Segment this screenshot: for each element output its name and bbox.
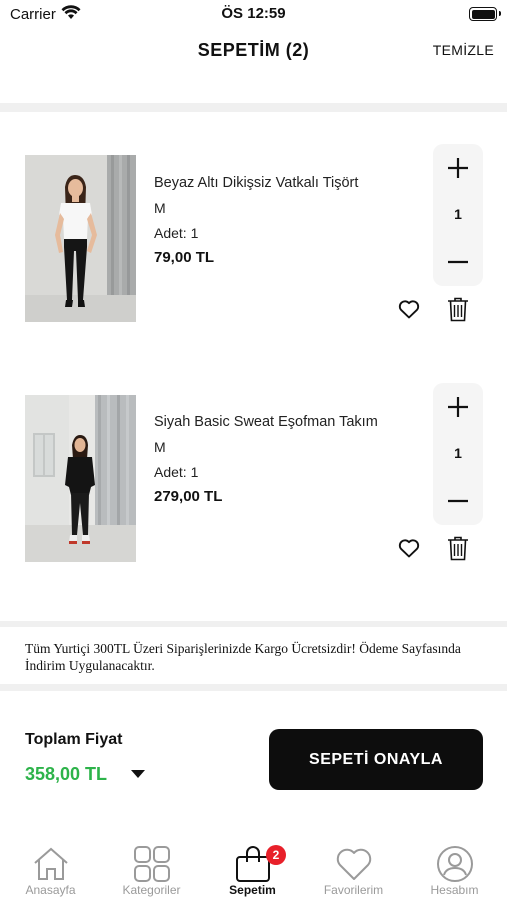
section-divider bbox=[0, 684, 507, 691]
battery-icon bbox=[469, 7, 501, 21]
delete-item-button[interactable] bbox=[446, 296, 470, 322]
tab-label: Anasayfa bbox=[25, 883, 76, 897]
tab-account[interactable]: Hesabım bbox=[404, 838, 505, 900]
plus-icon bbox=[448, 158, 468, 178]
home-icon bbox=[33, 847, 68, 880]
grid-icon bbox=[133, 846, 170, 882]
product-image[interactable] bbox=[25, 155, 136, 322]
user-icon bbox=[436, 846, 473, 882]
minus-icon bbox=[448, 260, 468, 264]
add-to-favorites-button[interactable] bbox=[397, 297, 421, 321]
header-divider bbox=[0, 103, 507, 112]
decrease-quantity-button[interactable] bbox=[433, 242, 483, 282]
product-quantity-label: Adet: 1 bbox=[154, 225, 199, 241]
cart-count-badge: 2 bbox=[266, 845, 286, 865]
tab-home[interactable]: Anasayfa bbox=[0, 838, 101, 900]
woman-white-tshirt-photo bbox=[25, 155, 136, 322]
heart-icon bbox=[336, 848, 371, 880]
tab-categories[interactable]: Kategoriler bbox=[101, 838, 202, 900]
tab-bar: Anasayfa Kategoriler Sepetim Favorilerim… bbox=[0, 838, 507, 900]
decrease-quantity-button[interactable] bbox=[433, 481, 483, 521]
product-image[interactable] bbox=[25, 395, 136, 562]
tab-label: Hesabım bbox=[430, 883, 479, 897]
product-info: Beyaz Altı Dikişsiz Vatkalı Tişört M Ade… bbox=[154, 175, 358, 266]
heart-icon bbox=[398, 300, 420, 319]
clear-cart-button[interactable]: TEMİZLE bbox=[433, 42, 494, 58]
increase-quantity-button[interactable] bbox=[433, 387, 483, 427]
product-price: 79,00 TL bbox=[154, 249, 215, 266]
header: SEPETİM (2) TEMİZLE bbox=[0, 28, 507, 74]
trash-icon bbox=[448, 297, 468, 322]
status-bar: Carrier ÖS 12:59 bbox=[0, 0, 507, 28]
quantity-stepper: 1 bbox=[433, 383, 483, 525]
page-title: SEPETİM (2) bbox=[197, 40, 310, 60]
quantity-value: 1 bbox=[454, 206, 462, 222]
shipping-notice: Tüm Yurtiçi 300TL Üzeri Siparişlerinizde… bbox=[25, 641, 461, 673]
cart-item: Siyah Basic Sweat Eşofman Takım M Adet: … bbox=[0, 383, 507, 563]
product-name[interactable]: Siyah Basic Sweat Eşofman Takım bbox=[154, 414, 378, 430]
minus-icon bbox=[448, 499, 468, 503]
section-divider bbox=[0, 621, 507, 627]
add-to-favorites-button[interactable] bbox=[397, 536, 421, 560]
plus-icon bbox=[448, 397, 468, 417]
tab-label: Favorilerim bbox=[323, 883, 384, 897]
tab-cart[interactable]: Sepetim bbox=[202, 838, 303, 900]
product-price: 279,00 TL bbox=[154, 488, 223, 505]
tab-label: Sepetim bbox=[229, 883, 276, 897]
delete-item-button[interactable] bbox=[446, 535, 470, 561]
increase-quantity-button[interactable] bbox=[433, 148, 483, 188]
status-time: ÖS 12:59 bbox=[221, 5, 286, 22]
product-size: M bbox=[154, 200, 166, 216]
quantity-stepper: 1 bbox=[433, 144, 483, 286]
trash-icon bbox=[448, 536, 468, 561]
confirm-cart-button[interactable]: SEPETİ ONAYLA bbox=[269, 729, 483, 790]
product-quantity-label: Adet: 1 bbox=[154, 464, 199, 480]
cart-item: Beyaz Altı Dikişsiz Vatkalı Tişört M Ade… bbox=[0, 144, 507, 324]
total-label: Toplam Fiyat bbox=[25, 731, 123, 748]
tab-label: Kategoriler bbox=[122, 883, 181, 897]
product-name[interactable]: Beyaz Altı Dikişsiz Vatkalı Tişört bbox=[154, 175, 358, 191]
quantity-value: 1 bbox=[454, 445, 462, 461]
tab-favorites[interactable]: Favorilerim bbox=[303, 838, 404, 900]
caret-down-icon[interactable] bbox=[131, 770, 145, 778]
product-size: M bbox=[154, 439, 166, 455]
product-info: Siyah Basic Sweat Eşofman Takım M Adet: … bbox=[154, 414, 378, 505]
total-price: 358,00 TL bbox=[25, 764, 108, 784]
heart-icon bbox=[398, 539, 420, 558]
woman-black-tracksuit-photo bbox=[25, 395, 136, 562]
